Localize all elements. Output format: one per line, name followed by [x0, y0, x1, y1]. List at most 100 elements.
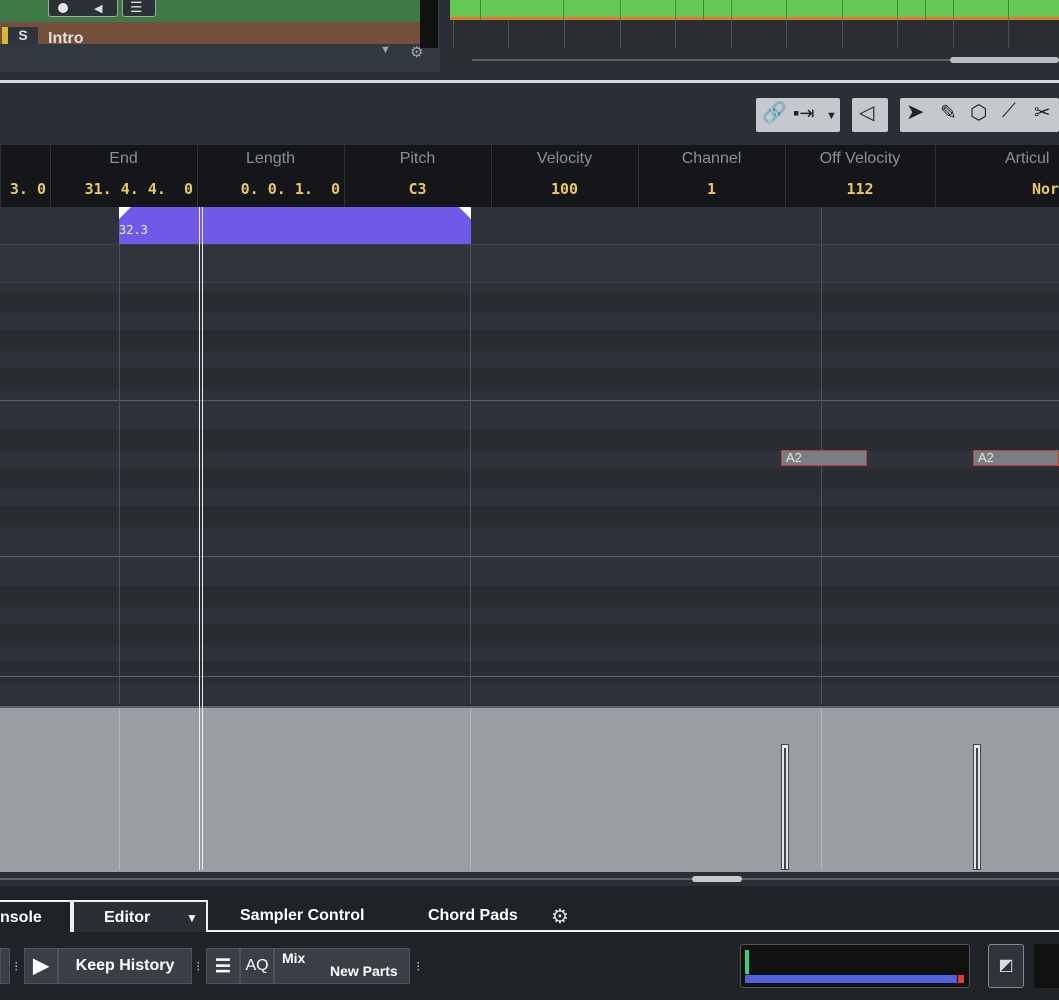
- tab-mixconsole[interactable]: nsole: [0, 900, 72, 932]
- key-row: [0, 624, 1059, 645]
- key-row: [0, 330, 1059, 351]
- grid-line: [0, 244, 1059, 245]
- info-value-channel[interactable]: 1: [638, 180, 785, 198]
- info-header-velocity: Velocity: [536, 150, 593, 167]
- part-grid-line: [703, 0, 704, 20]
- speaker-icon[interactable]: ◁: [859, 100, 874, 125]
- scrollbar-thumb[interactable]: [692, 876, 742, 882]
- key-row: [0, 468, 1059, 489]
- info-value-start[interactable]: 3. 0: [0, 180, 46, 198]
- note-a2[interactable]: A2: [973, 450, 1059, 466]
- part-grid-line: [925, 0, 926, 20]
- list-icon: ☰: [130, 0, 143, 15]
- arranger-grid-line: [786, 20, 787, 48]
- key-row: [0, 368, 1059, 389]
- key-row: [0, 292, 1059, 313]
- insert-velocity-icon[interactable]: ▪⇥: [793, 103, 814, 124]
- trim-icon[interactable]: ⟋: [1002, 100, 1016, 123]
- arranger-grid-line: [731, 20, 732, 48]
- part-grid-line: [1008, 0, 1009, 20]
- grip-icon: ⁝: [416, 958, 421, 974]
- solo-button[interactable]: S: [2, 27, 38, 44]
- info-value-off-velocity[interactable]: 112: [785, 180, 935, 198]
- note-corner: [459, 207, 471, 219]
- octave-line: [0, 400, 1059, 401]
- velocity-lane[interactable]: [0, 706, 1059, 872]
- gear-icon[interactable]: ⚙: [551, 904, 569, 929]
- pencil-icon[interactable]: ✎: [940, 100, 957, 125]
- view-toggle-icon[interactable]: ◩: [988, 944, 1024, 988]
- editor-scrollbar[interactable]: [0, 878, 1059, 880]
- velocity-bar-fill: [784, 748, 786, 870]
- mix-label: Mix: [282, 950, 306, 966]
- note-label: 32.3: [119, 223, 148, 237]
- transport-edge: [1034, 944, 1059, 988]
- aq-button[interactable]: AQ: [240, 948, 274, 984]
- key-row: [0, 244, 1059, 282]
- key-row: [0, 662, 1059, 683]
- part-grid-line: [897, 0, 898, 20]
- left-edge-button[interactable]: [0, 948, 10, 984]
- part-grid-line: [731, 0, 732, 20]
- scrollbar-thumb[interactable]: [950, 57, 1059, 63]
- record-enable-icon[interactable]: [58, 3, 68, 13]
- part-grid-line: [675, 0, 676, 20]
- project-cursor[interactable]: [199, 207, 203, 870]
- tab-sampler-control[interactable]: Sampler Control: [240, 900, 364, 932]
- key-row: [0, 430, 1059, 451]
- part-grid-line: [480, 0, 481, 20]
- arranger-grid-line: [620, 20, 621, 48]
- info-value-articulation[interactable]: Nor: [1032, 180, 1059, 198]
- quantize-icon[interactable]: ☰: [206, 948, 240, 984]
- scissors-icon[interactable]: ✂: [1034, 100, 1051, 125]
- info-header-length: Length: [246, 150, 295, 167]
- play-icon[interactable]: ▶: [24, 948, 58, 984]
- info-value-length[interactable]: 0. 0. 1. 0: [197, 180, 340, 198]
- arranger-grid-line: [897, 20, 898, 48]
- part-grid-line: [842, 0, 843, 20]
- arranger-grid-line: [842, 20, 843, 48]
- bar-line: [470, 207, 471, 704]
- chevron-down-icon[interactable]: ▼: [826, 110, 837, 122]
- info-value-end[interactable]: 31. 4. 4. 0: [50, 180, 193, 198]
- velocity-bar-fill: [976, 748, 978, 870]
- monitor-icon[interactable]: ◀: [94, 2, 102, 15]
- part-grid-line: [563, 0, 564, 20]
- beat-line: [119, 207, 120, 704]
- note-corner: [119, 207, 131, 219]
- info-header-channel: Channel: [681, 150, 742, 167]
- grip-icon: ⁝: [196, 958, 201, 974]
- info-header-articulation: Articul: [1005, 150, 1050, 167]
- link-icon[interactable]: 🔗: [762, 100, 787, 125]
- eraser-icon[interactable]: ⬡: [970, 100, 987, 125]
- meter-green: [745, 950, 749, 974]
- lane-grid-line: [119, 708, 120, 870]
- tab-chord-pads[interactable]: Chord Pads: [428, 900, 518, 932]
- grid-line: [0, 282, 1059, 283]
- arranger-grid-line: [953, 20, 954, 48]
- chevron-down-icon[interactable]: ▼: [186, 911, 198, 925]
- key-row: [0, 506, 1059, 527]
- grip-icon: ⁝: [14, 958, 19, 974]
- info-header-pitch: Pitch: [399, 150, 436, 167]
- arranger-grid-line: [508, 20, 509, 48]
- note-a2[interactable]: A2: [781, 450, 867, 466]
- zone-divider[interactable]: [0, 80, 1059, 83]
- midi-part[interactable]: [450, 0, 1059, 20]
- info-value-pitch[interactable]: C3: [344, 180, 491, 198]
- arranger-grid-line: [453, 20, 454, 48]
- arrow-icon[interactable]: ➤: [906, 99, 924, 125]
- lane-grid-line: [821, 708, 822, 870]
- info-value-velocity[interactable]: 100: [491, 180, 638, 198]
- key-row: [0, 586, 1059, 607]
- meter-bar: [745, 975, 957, 983]
- selected-note[interactable]: [119, 207, 471, 244]
- part-grid-line: [953, 0, 954, 20]
- arranger-grid-line: [564, 20, 565, 48]
- part-grid-line: [786, 0, 787, 20]
- divider: [420, 0, 438, 48]
- keep-history-button[interactable]: Keep History: [58, 948, 192, 984]
- part-grid-line: [620, 0, 621, 20]
- lane-grid-line: [470, 708, 471, 870]
- chevron-down-icon[interactable]: ▼: [380, 44, 391, 56]
